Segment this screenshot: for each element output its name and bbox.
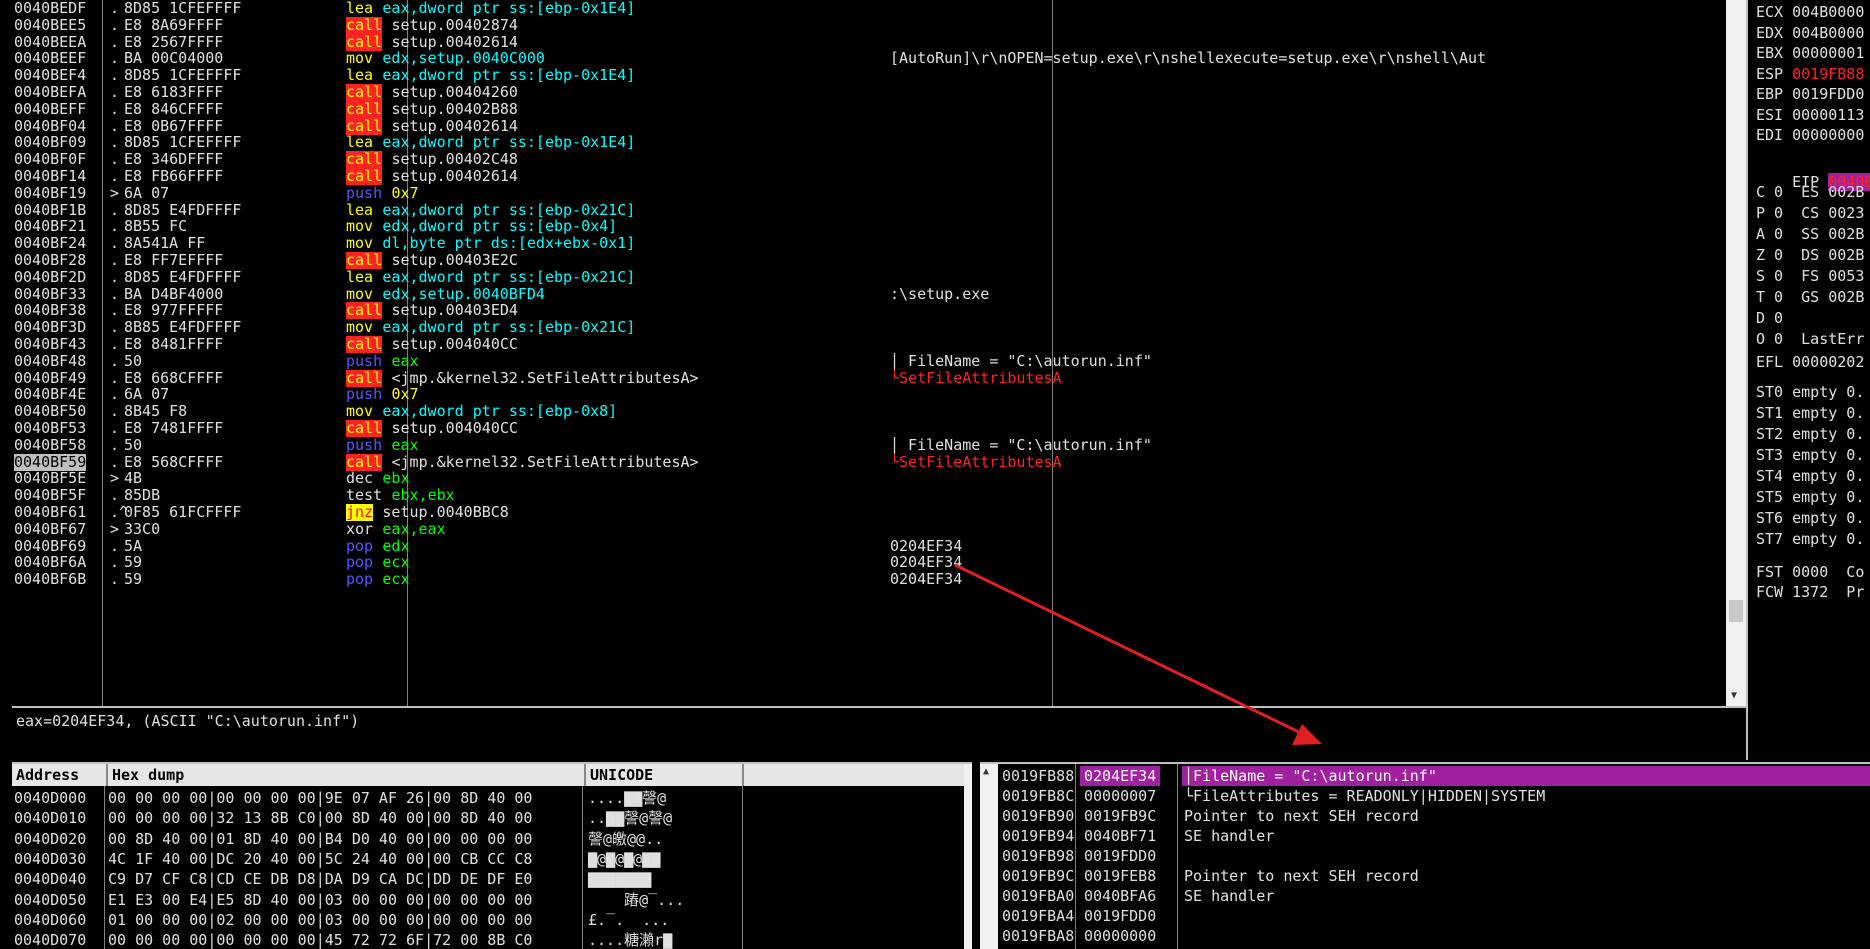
annotation-arrow-icon xyxy=(954,563,1322,745)
